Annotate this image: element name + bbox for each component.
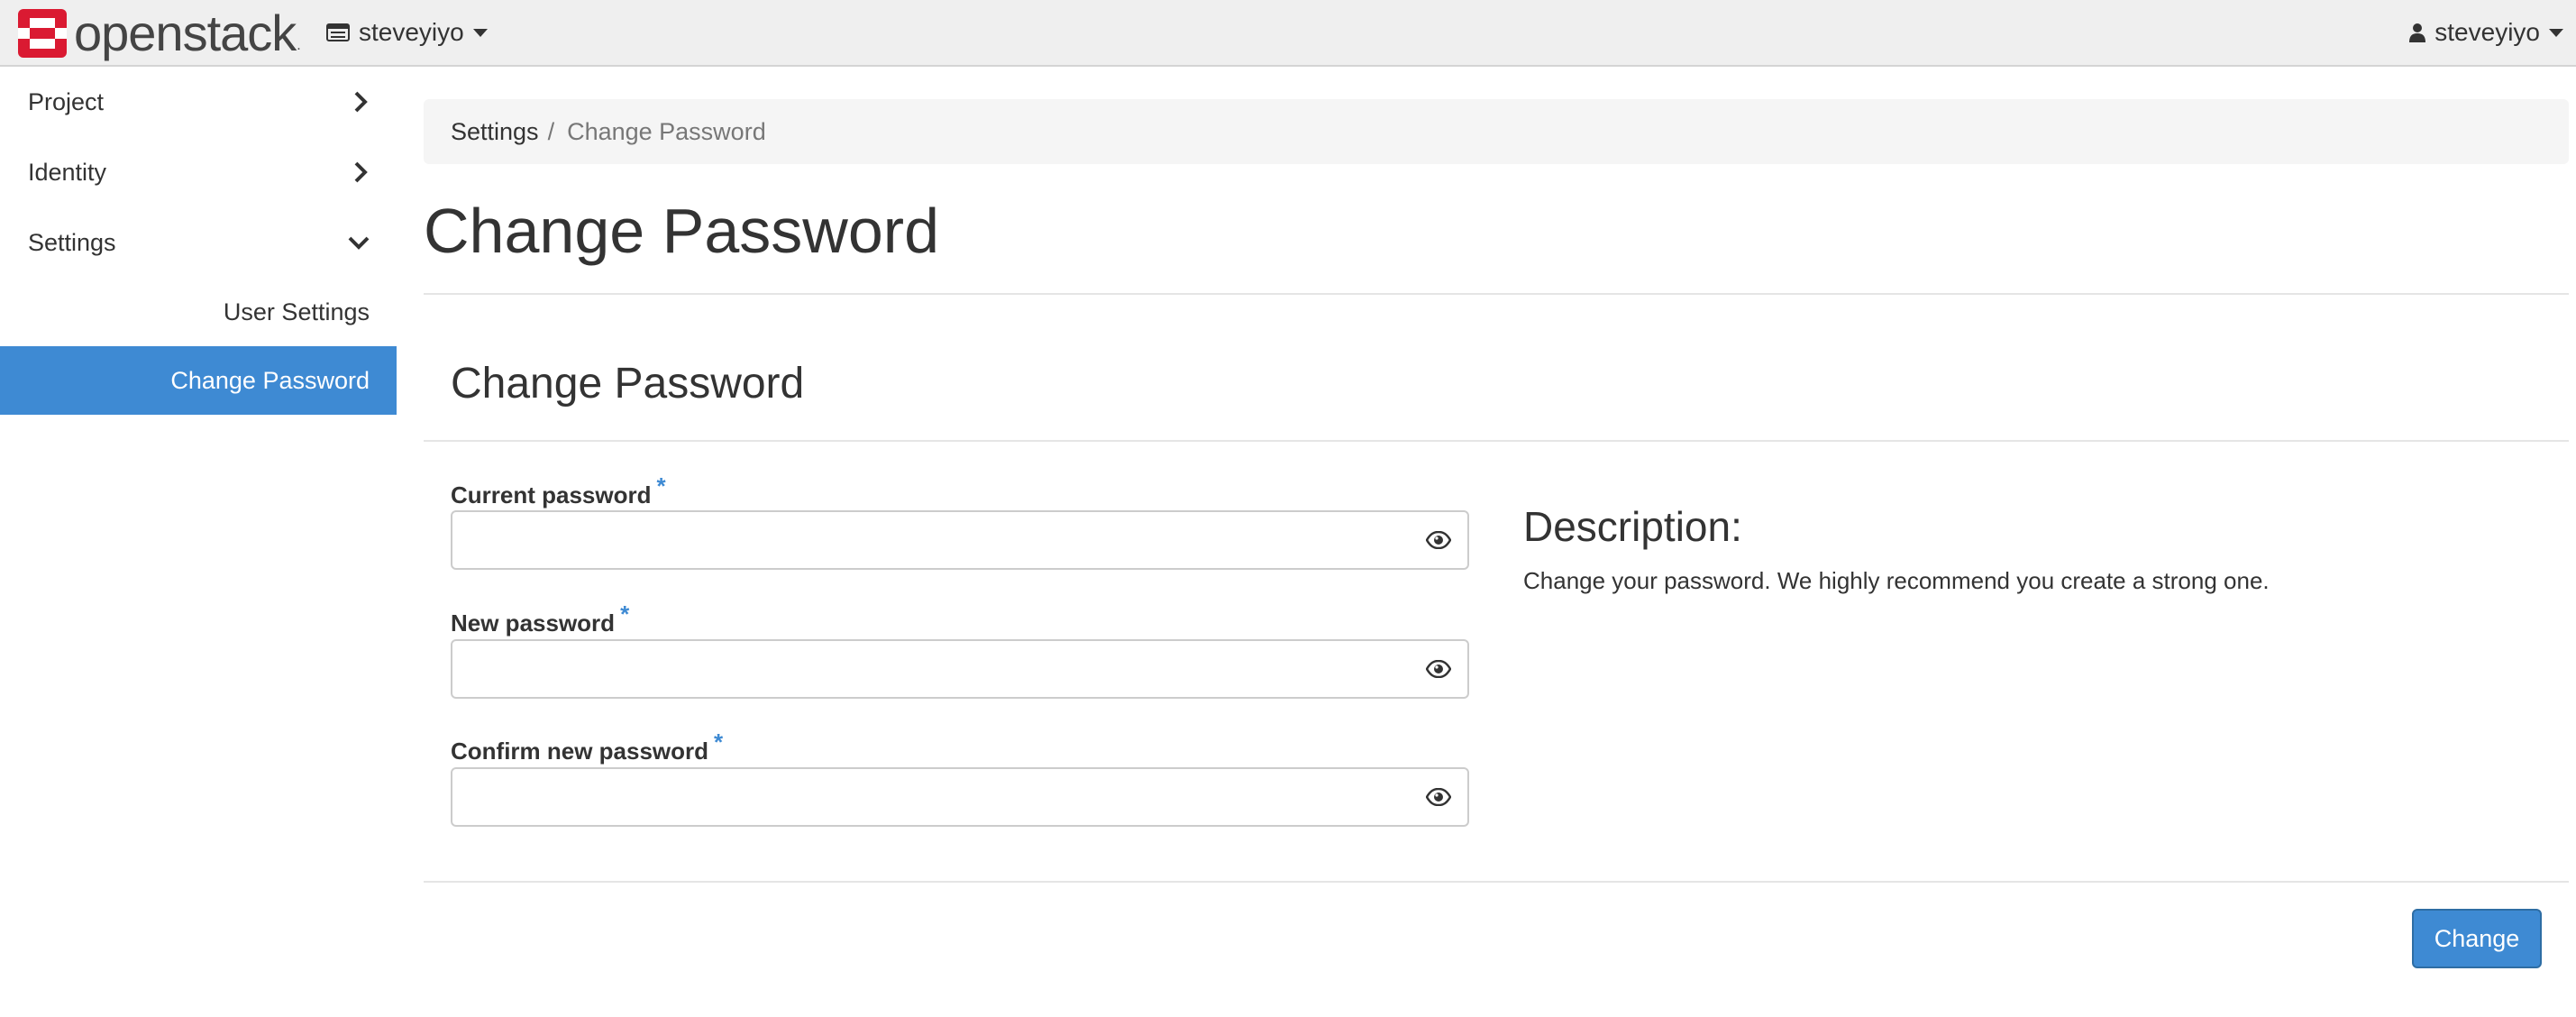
project-icon	[326, 23, 350, 41]
brand-trademark: .	[297, 38, 301, 53]
divider	[424, 293, 2569, 295]
new-password-label: New password *	[451, 600, 629, 637]
sidebar-item-label: Project	[28, 87, 105, 115]
confirm-password-input[interactable]	[452, 769, 1467, 825]
confirm-password-label: Confirm new password *	[451, 728, 723, 765]
chevron-down-icon	[348, 236, 370, 250]
project-selector-label: steveyiyo	[359, 18, 464, 46]
required-marker: *	[620, 600, 630, 628]
confirm-password-label-text: Confirm new password	[451, 738, 709, 765]
required-marker: *	[656, 472, 666, 499]
user-icon	[2409, 23, 2426, 42]
sidebar-subitem-label: User Settings	[223, 298, 370, 325]
current-password-field	[451, 510, 1469, 570]
top-navbar: openstack . steveyiyo steveyiyo	[0, 0, 2576, 67]
current-password-label-text: Current password	[451, 481, 652, 508]
page-title: Change Password	[424, 196, 939, 266]
brand[interactable]: openstack .	[18, 5, 301, 61]
eye-icon[interactable]	[1426, 788, 1451, 806]
user-menu[interactable]: steveyiyo	[2409, 0, 2563, 65]
divider	[424, 881, 2569, 883]
form-title: Change Password	[451, 360, 805, 408]
chevron-down-icon	[2549, 28, 2563, 37]
confirm-password-field	[451, 767, 1469, 827]
chevron-right-icon	[354, 161, 368, 183]
sidebar-item-change-password[interactable]: Change Password	[0, 346, 397, 415]
current-password-label: Current password *	[451, 472, 666, 509]
sidebar-item-label: Settings	[28, 228, 116, 256]
sidebar-item-identity[interactable]: Identity	[0, 137, 397, 207]
sidebar-item-settings[interactable]: Settings	[0, 207, 397, 278]
description-title: Description:	[1523, 503, 1742, 550]
sidebar: Project Identity Settings User Settings …	[0, 67, 397, 415]
sidebar-item-user-settings[interactable]: User Settings	[0, 278, 397, 346]
breadcrumb-settings-link[interactable]: Settings	[451, 118, 539, 146]
change-button[interactable]: Change	[2412, 909, 2542, 968]
new-password-field	[451, 639, 1469, 699]
breadcrumb-separator: /	[547, 117, 555, 145]
divider	[424, 440, 2569, 442]
description-text: Change your password. We highly recommen…	[1523, 567, 2270, 594]
chevron-right-icon	[354, 91, 368, 113]
user-menu-label: steveyiyo	[2434, 18, 2540, 46]
sidebar-subitem-label: Change Password	[170, 366, 370, 394]
chevron-down-icon	[472, 28, 488, 37]
new-password-input[interactable]	[452, 641, 1467, 697]
openstack-logo-icon	[18, 9, 67, 58]
eye-icon[interactable]	[1426, 531, 1451, 549]
new-password-label-text: New password	[451, 609, 616, 637]
breadcrumb-current: Change Password	[567, 117, 766, 145]
project-selector[interactable]: steveyiyo	[326, 0, 488, 65]
brand-name: openstack	[74, 5, 297, 61]
eye-icon[interactable]	[1426, 660, 1451, 678]
breadcrumb: Settings / Change Password	[424, 99, 2569, 164]
required-marker: *	[714, 728, 724, 756]
sidebar-item-label: Identity	[28, 158, 107, 186]
current-password-input[interactable]	[452, 512, 1467, 568]
sidebar-item-project[interactable]: Project	[0, 67, 397, 137]
